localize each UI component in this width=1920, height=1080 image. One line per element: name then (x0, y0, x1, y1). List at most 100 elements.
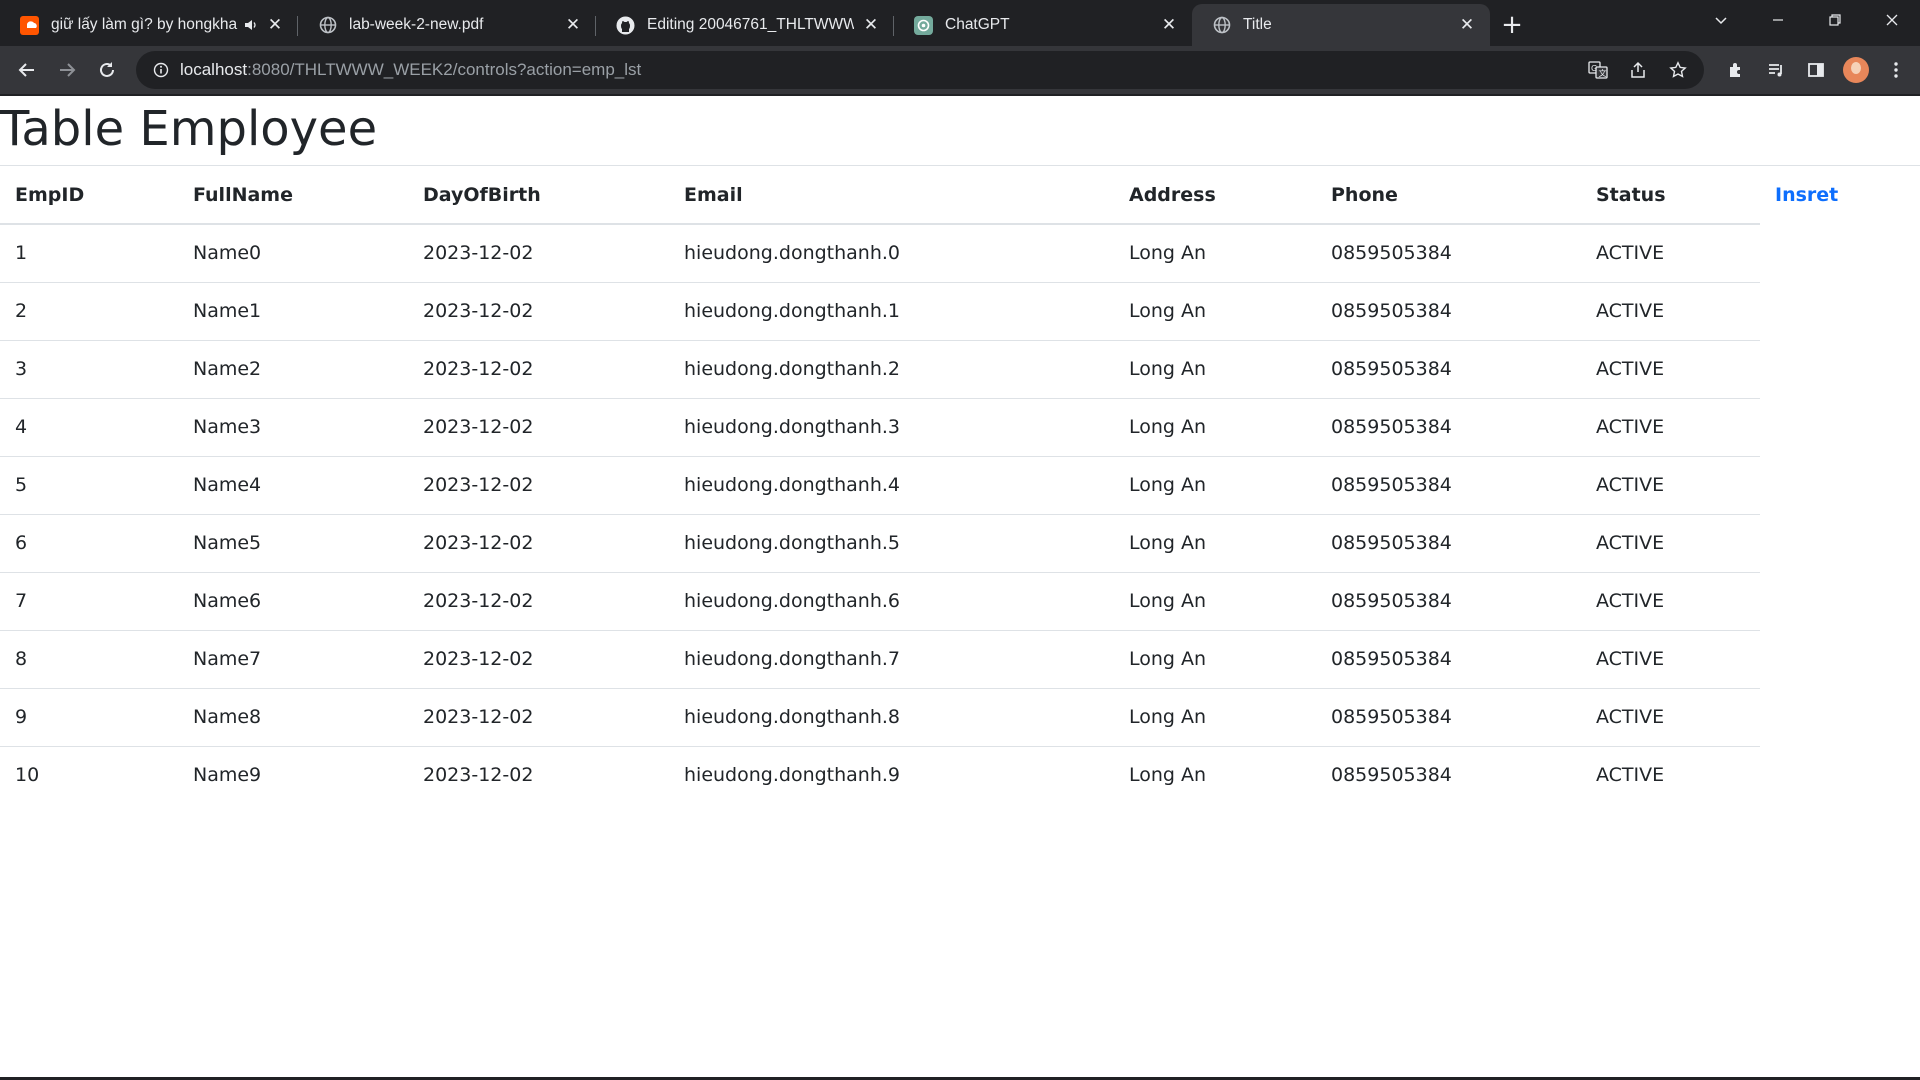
close-icon[interactable]: ✕ (1458, 15, 1476, 35)
tab-title: ChatGPT (945, 16, 1010, 33)
globe-icon (318, 16, 337, 35)
info-icon[interactable] (142, 62, 180, 78)
close-icon[interactable]: ✕ (1160, 15, 1178, 35)
close-icon[interactable]: ✕ (266, 15, 284, 35)
close-icon[interactable]: ✕ (564, 15, 582, 35)
table-row: 8 Name7 2023-12-02 hieudong.dongthanh.7 Long… (0, 629, 1760, 688)
table-cell-phone: 0859505384 (1316, 571, 1581, 630)
table-cell-fullname: Name3 (178, 397, 408, 456)
table-cell-dayofbirth: 2023-12-02 (408, 571, 669, 630)
speaker-icon[interactable] (244, 18, 258, 32)
table-cell-address: Long An (1114, 281, 1316, 340)
table-cell-status: ACTIVE (1581, 687, 1760, 746)
table-cell-address: Long An (1114, 397, 1316, 456)
bookmark-star-icon[interactable] (1658, 51, 1698, 89)
table-cell-email: hieudong.dongthanh.8 (669, 687, 1114, 746)
table-cell-phone: 0859505384 (1316, 629, 1581, 688)
minimize-icon[interactable] (1749, 0, 1806, 40)
table-cell-email: hieudong.dongthanh.0 (669, 223, 1114, 282)
column-header-empid: EmpID (0, 166, 178, 225)
table-cell-email: hieudong.dongthanh.4 (669, 455, 1114, 514)
table-cell-phone: 0859505384 (1316, 223, 1581, 282)
table-cell-empid: 9 (0, 687, 178, 746)
table-cell-email: hieudong.dongthanh.7 (669, 629, 1114, 688)
table-cell-empid: 2 (0, 281, 178, 340)
forward-icon[interactable] (47, 50, 87, 90)
github-icon (616, 16, 635, 35)
tab-soundcloud[interactable]: giữ lấy làm gì? by hongkhanh ✕ (0, 4, 298, 46)
table-row: 9 Name8 2023-12-02 hieudong.dongthanh.8 Long… (0, 687, 1760, 746)
table-cell-fullname: Name9 (178, 745, 408, 804)
tab-chatgpt[interactable]: ChatGPT ✕ (894, 4, 1192, 46)
table-cell-dayofbirth: 2023-12-02 (408, 281, 669, 340)
tab-pdf[interactable]: lab-week-2-new.pdf ✕ (298, 4, 596, 46)
tab-strip: giữ lấy làm gì? by hongkhanh ✕ lab-week-… (0, 0, 1920, 46)
media-queue-icon[interactable] (1756, 50, 1796, 90)
table-cell-fullname: Name8 (178, 687, 408, 746)
table-cell-dayofbirth: 2023-12-02 (408, 629, 669, 688)
tab-search-icon[interactable] (1692, 0, 1749, 40)
new-tab-button[interactable]: + (1490, 4, 1534, 46)
table-cell-phone: 0859505384 (1316, 339, 1581, 398)
table-cell-fullname: Name5 (178, 513, 408, 572)
address-bar[interactable]: localhost:8080/THLTWWW_WEEK2/controls?ac… (136, 51, 1704, 89)
svg-text:G: G (1591, 64, 1597, 73)
table-cell-phone: 0859505384 (1316, 397, 1581, 456)
table-cell-fullname: Name6 (178, 571, 408, 630)
profile-avatar-image (1843, 57, 1869, 83)
employee-table: EmpID FullName DayOfBirth Email Address Phone… (0, 166, 1760, 804)
column-header-address: Address (1114, 166, 1316, 225)
table-cell-status: ACTIVE (1581, 455, 1760, 514)
tab-github[interactable]: Editing 20046761_THLTWWW_WEEK2 ✕ (596, 4, 894, 46)
table-cell-fullname: Name7 (178, 629, 408, 688)
table-cell-phone: 0859505384 (1316, 513, 1581, 572)
table-cell-email: hieudong.dongthanh.1 (669, 281, 1114, 340)
url-host: localhost (180, 60, 248, 79)
table-cell-status: ACTIVE (1581, 281, 1760, 340)
table-cell-empid: 6 (0, 513, 178, 572)
table-cell-email: hieudong.dongthanh.2 (669, 339, 1114, 398)
extensions-icon[interactable] (1716, 50, 1756, 90)
tab-title: giữ lấy làm gì? by hongkhanh (51, 16, 238, 33)
omnibox-actions: G文 (1578, 51, 1698, 89)
page-title: Table Employee (0, 101, 378, 157)
table-body: 1 Name0 2023-12-02 hieudong.dongthanh.0 Long… (0, 223, 1760, 804)
side-panel-icon[interactable] (1796, 50, 1836, 90)
table-cell-status: ACTIVE (1581, 513, 1760, 572)
table-cell-empid: 10 (0, 745, 178, 804)
page-content: Table Employee EmpID FullName DayOfBirth Em… (0, 96, 1920, 1077)
close-icon[interactable]: ✕ (862, 15, 880, 35)
reload-icon[interactable] (87, 50, 127, 90)
close-window-icon[interactable] (1863, 0, 1920, 40)
tab-title-active[interactable]: Title ✕ (1192, 4, 1490, 46)
soundcloud-icon (20, 15, 39, 35)
table-cell-empid: 7 (0, 571, 178, 630)
table-row: 6 Name5 2023-12-02 hieudong.dongthanh.5 Long… (0, 513, 1760, 572)
table-cell-empid: 4 (0, 397, 178, 456)
table-cell-phone: 0859505384 (1316, 745, 1581, 804)
table-cell-dayofbirth: 2023-12-02 (408, 513, 669, 572)
restore-icon[interactable] (1806, 0, 1863, 40)
table-cell-status: ACTIVE (1581, 745, 1760, 804)
column-header-email: Email (669, 166, 1114, 225)
avatar[interactable] (1836, 50, 1876, 90)
table-cell-dayofbirth: 2023-12-02 (408, 687, 669, 746)
table-cell-phone: 0859505384 (1316, 687, 1581, 746)
share-icon[interactable] (1618, 51, 1658, 89)
table-cell-address: Long An (1114, 223, 1316, 282)
insert-link[interactable]: Insret (1775, 166, 1838, 224)
table-cell-address: Long An (1114, 629, 1316, 688)
table-cell-empid: 5 (0, 455, 178, 514)
column-header-dayofbirth: DayOfBirth (408, 166, 669, 225)
translate-icon[interactable]: G文 (1578, 51, 1618, 89)
table-row: 5 Name4 2023-12-02 hieudong.dongthanh.4 Long… (0, 455, 1760, 514)
menu-dots-icon[interactable] (1876, 50, 1916, 90)
table-cell-empid: 3 (0, 339, 178, 398)
column-header-status: Status (1581, 166, 1760, 225)
tab-title: lab-week-2-new.pdf (349, 16, 484, 33)
table-row: 1 Name0 2023-12-02 hieudong.dongthanh.0 Long… (0, 223, 1760, 282)
back-icon[interactable] (7, 50, 47, 90)
table-cell-phone: 0859505384 (1316, 455, 1581, 514)
table-cell-empid: 1 (0, 223, 178, 282)
table-cell-status: ACTIVE (1581, 397, 1760, 456)
